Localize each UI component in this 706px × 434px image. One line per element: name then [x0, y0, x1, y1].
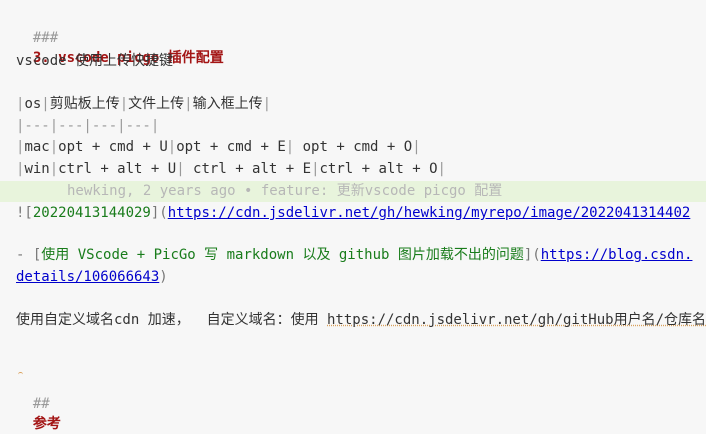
heading-hashes: ##	[32, 396, 50, 412]
blog-url-link-continued[interactable]: details/106066643	[16, 269, 159, 285]
heading-hashes: ###	[32, 30, 59, 46]
table-divider: |---|---|---|---|	[16, 118, 160, 134]
git-blame-annotation[interactable]: hewking, 2 years ago • feature: 更新vscode…	[67, 181, 502, 201]
table-row: |mac|opt + cmd + U|opt + cmd + E| opt + …	[16, 139, 421, 155]
image-alt-text: 20220413144029	[32, 205, 151, 221]
cdn-note-text: 使用自定义域名cdn 加速， 自定义域名：使用	[16, 312, 327, 328]
table-header-row: |os|剪贴板上传|文件上传|输入框上传|	[16, 96, 272, 112]
list-bullet: - [	[16, 247, 42, 263]
image-url-link[interactable]: https://cdn.jsdelivr.net/gh/hewking/myre…	[168, 205, 691, 221]
table-header-cell: os	[24, 96, 42, 112]
table-header-cell: 剪贴板上传	[49, 96, 120, 112]
table-cell: ctrl + alt + U	[58, 161, 177, 177]
blog-url-link[interactable]: https://blog.csdn.	[541, 247, 693, 263]
table-cell: opt + cmd + U	[58, 139, 168, 155]
table-row: |win|ctrl + alt + U| ctrl + alt + E|ctrl…	[16, 161, 446, 177]
cdn-note: 使用自定义域名cdn 加速， 自定义域名：使用 https://cdn.jsde…	[16, 310, 706, 330]
table-cell: win	[24, 161, 50, 177]
table-header-cell: 输入框上传	[192, 96, 263, 112]
table-cell: opt + cmd + O	[294, 139, 413, 155]
list-item: - [使用 VScode + PicGo 写 markdown 以及 githu…	[16, 247, 693, 263]
heading-2: ## 参考	[16, 374, 61, 432]
heading-3: ### 3. vscode picgo 插件配置	[16, 8, 224, 66]
heading-text: 参考	[32, 416, 61, 432]
table-cell: opt + cmd + E	[176, 139, 286, 155]
table-cell: ctrl + alt + E	[184, 161, 312, 177]
cdn-url[interactable]: https://cdn.jsdelivr.net/gh/gitHub用户名/仓库…	[327, 312, 706, 328]
link-text: 使用 VScode + PicGo 写 markdown 以及 github 图…	[41, 247, 524, 263]
table-cell: ctrl + alt + O	[319, 161, 438, 177]
intro-text: vscode 使用上传快捷键	[16, 53, 174, 69]
table-cell: mac	[24, 139, 50, 155]
table-header-cell: 文件上传	[128, 96, 185, 112]
image-markdown-line: ![20220413144029](https://cdn.jsdelivr.n…	[16, 205, 691, 221]
list-item-continuation: details/106066643)	[16, 269, 168, 285]
